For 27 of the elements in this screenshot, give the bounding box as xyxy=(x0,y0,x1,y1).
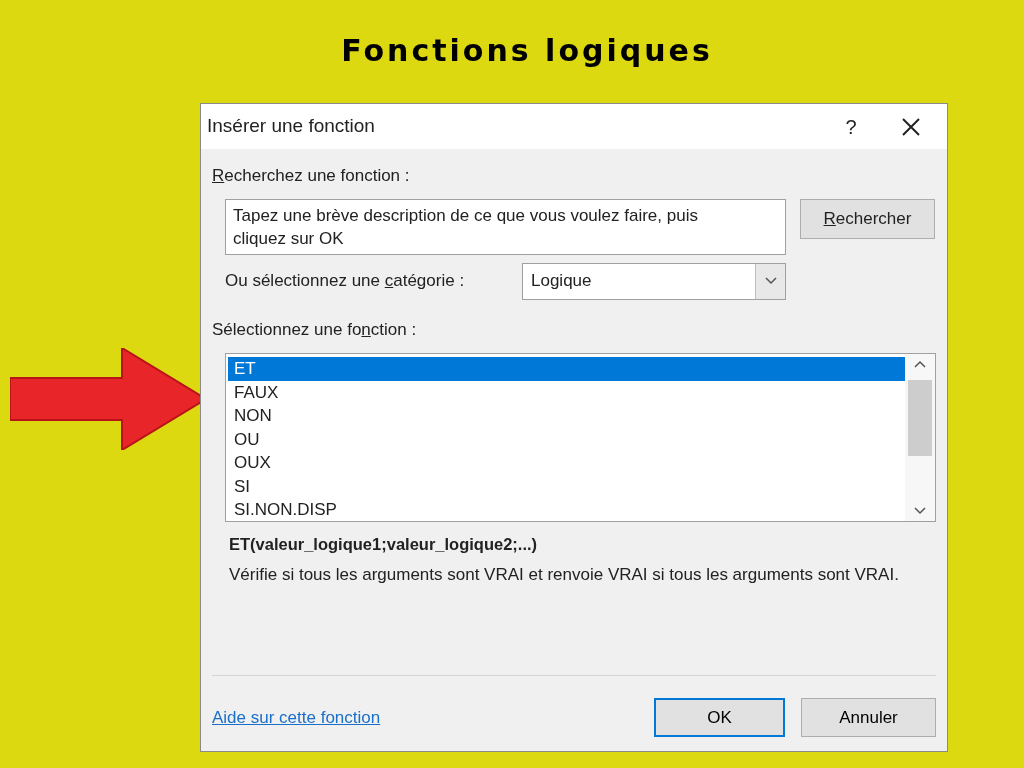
function-item[interactable]: OU xyxy=(228,427,905,451)
help-button[interactable]: ? xyxy=(831,111,871,142)
scrollbar[interactable] xyxy=(905,354,935,521)
function-item[interactable]: NON xyxy=(228,404,905,428)
page-heading: Fonctions logiques xyxy=(341,32,713,70)
scrollbar-thumb[interactable] xyxy=(908,380,932,456)
chevron-down-icon xyxy=(764,277,777,285)
search-field[interactable]: Tapez une brève description de ce que vous voulez faire, puis cliquez sur OK xyxy=(225,198,786,255)
window-title: Insérer une fonction xyxy=(207,114,376,139)
function-item[interactable]: OUX xyxy=(228,451,905,475)
function-description: Vérifie si tous les arguments sont VRAI et renvoie VRAI si tous les arguments sont VRAI. xyxy=(228,563,900,586)
function-label: Sélectionnez une fonction : xyxy=(212,318,418,341)
search-button[interactable]: Rechercher xyxy=(800,198,935,239)
scroll-down-icon xyxy=(914,507,926,515)
dialog-button[interactable]: OK xyxy=(654,698,785,737)
function-item[interactable]: SI xyxy=(228,474,905,498)
help-link[interactable]: Aide sur cette fonction xyxy=(212,704,638,731)
function-item[interactable]: FAUX xyxy=(228,380,905,404)
search-label: Recherchez une fonction : xyxy=(212,165,411,187)
category-dropdown[interactable]: Logique xyxy=(522,262,786,300)
category-label: Ou sélectionnez une catégorie : xyxy=(225,270,465,293)
function-item[interactable]: SI.NON.DISP xyxy=(228,498,905,522)
dialog-button[interactable]: Annuler xyxy=(801,698,936,737)
scroll-up-icon xyxy=(914,360,926,368)
function-signature: ET(valeur_logique1;valeur_logique2;...) xyxy=(228,534,539,555)
close-icon xyxy=(902,117,920,136)
function-item[interactable]: ET xyxy=(228,357,905,381)
